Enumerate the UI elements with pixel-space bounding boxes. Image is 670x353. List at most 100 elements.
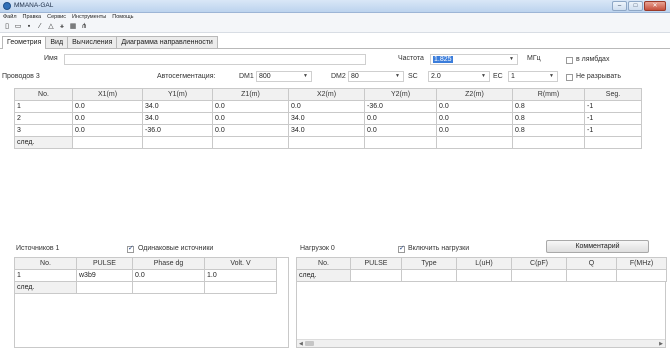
open-folder-icon[interactable]: ▭ [14, 23, 22, 31]
table-cell[interactable]: -1 [584, 100, 642, 113]
table-cell[interactable] [142, 136, 213, 149]
table-cell[interactable]: 0.0 [364, 124, 437, 137]
maximize-button[interactable]: □ [628, 1, 643, 11]
table-cell[interactable]: 1 [14, 269, 77, 282]
column-header[interactable]: Seg. [584, 88, 642, 101]
table-cell[interactable]: 34.0 [142, 100, 213, 113]
table-cell[interactable]: 0.0 [364, 112, 437, 125]
table-cell[interactable]: 0.0 [72, 124, 143, 137]
table-cell[interactable]: 2 [14, 112, 73, 125]
enable-loads-checkbox[interactable] [398, 244, 405, 253]
table-cell[interactable]: -36.0 [364, 100, 437, 113]
table-cell[interactable] [212, 136, 289, 149]
table-cell[interactable]: 1 [14, 100, 73, 113]
column-header[interactable]: X2(m) [288, 88, 365, 101]
table-cell[interactable] [401, 269, 457, 282]
table-cell[interactable] [350, 269, 402, 282]
column-header[interactable]: Y2(m) [364, 88, 437, 101]
menu-service[interactable]: Сервис [47, 13, 66, 22]
table-cell[interactable]: 0.0 [436, 124, 513, 137]
menu-tools[interactable]: Инструменты [72, 13, 106, 22]
table-cell[interactable]: 0.8 [512, 100, 585, 113]
table-cell[interactable]: 0.0 [212, 112, 289, 125]
save-icon[interactable]: ▪ [25, 23, 33, 31]
column-header[interactable]: Phase dg [132, 257, 205, 270]
pencil-icon[interactable]: ⁄ [36, 23, 44, 31]
table-cell[interactable] [204, 281, 277, 294]
table-cell[interactable]: 0.0 [436, 112, 513, 125]
tab-pattern[interactable]: Диаграмма направленности [116, 36, 218, 48]
scroll-left-icon[interactable]: ◀ [299, 340, 303, 348]
lambda-checkbox[interactable] [566, 57, 573, 64]
table-cell[interactable]: -36.0 [142, 124, 213, 137]
new-file-icon[interactable]: ▯ [3, 23, 11, 31]
table-cell[interactable]: 3 [14, 124, 73, 137]
table-cell[interactable]: -1 [584, 112, 642, 125]
column-header[interactable]: X1(m) [72, 88, 143, 101]
table-cell[interactable]: 0.0 [212, 100, 289, 113]
table-cell[interactable]: -1 [584, 124, 642, 137]
minimize-button[interactable]: ‒ [612, 1, 627, 11]
column-header[interactable]: Z1(m) [212, 88, 289, 101]
chart-icon[interactable]: ⋔ [80, 23, 88, 31]
tab-geometry[interactable]: Геометрия [2, 36, 47, 49]
table-cell[interactable] [616, 269, 667, 282]
table-cell[interactable] [72, 136, 143, 149]
table-cell[interactable] [288, 136, 365, 149]
table-cell[interactable] [364, 136, 437, 149]
sc-select[interactable]: 2.0 ▼ [428, 71, 490, 82]
table-cell[interactable] [132, 281, 205, 294]
same-sources-checkbox[interactable] [127, 244, 134, 253]
frequency-select[interactable]: 1.825 ▼ [430, 54, 518, 65]
table-cell[interactable]: след. [14, 281, 77, 294]
column-header[interactable]: Volt. V [204, 257, 277, 270]
column-header[interactable]: PULSE [76, 257, 133, 270]
table-icon[interactable]: ▦ [69, 23, 77, 31]
table-cell[interactable]: 34.0 [142, 112, 213, 125]
table-cell[interactable]: 0.0 [288, 100, 365, 113]
tab-calculations[interactable]: Вычисления [67, 36, 118, 48]
column-header[interactable]: Y1(m) [142, 88, 213, 101]
scroll-thumb[interactable] [305, 341, 314, 346]
table-cell[interactable] [511, 269, 567, 282]
column-header[interactable]: F(MHz) [616, 257, 667, 270]
column-header[interactable]: R(mm) [512, 88, 585, 101]
column-header[interactable]: L(uH) [456, 257, 512, 270]
triangle-icon[interactable]: △ [47, 23, 55, 31]
column-header[interactable]: PULSE [350, 257, 402, 270]
ec-select[interactable]: 1 ▼ [508, 71, 558, 82]
no-break-checkbox[interactable] [566, 74, 573, 81]
tab-view[interactable]: Вид [45, 36, 69, 48]
table-cell[interactable] [76, 281, 133, 294]
column-header[interactable]: C(pF) [511, 257, 567, 270]
column-header[interactable]: No. [14, 257, 77, 270]
table-cell[interactable] [456, 269, 512, 282]
menu-help[interactable]: Помощь [112, 13, 133, 22]
table-cell[interactable]: 0.0 [436, 100, 513, 113]
table-cell[interactable]: 1.0 [204, 269, 277, 282]
table-cell[interactable]: 0.8 [512, 112, 585, 125]
table-cell[interactable]: 0.8 [512, 124, 585, 137]
scroll-right-icon[interactable]: ▶ [659, 340, 663, 348]
table-cell[interactable]: 0.0 [72, 100, 143, 113]
table-cell[interactable] [512, 136, 585, 149]
column-header[interactable]: Type [401, 257, 457, 270]
dm2-select[interactable]: 80 ▼ [348, 71, 404, 82]
table-cell[interactable]: 0.0 [212, 124, 289, 137]
column-header[interactable]: No. [296, 257, 351, 270]
comment-button[interactable]: Комментарий [546, 240, 649, 253]
table-cell[interactable]: 34.0 [288, 124, 365, 137]
table-cell[interactable] [566, 269, 617, 282]
column-header[interactable]: No. [14, 88, 73, 101]
loads-horizontal-scrollbar[interactable]: ◀ ▶ [297, 339, 665, 347]
close-button[interactable]: ✕ [644, 1, 666, 11]
column-header[interactable]: Q [566, 257, 617, 270]
menu-file[interactable]: Файл [3, 13, 17, 22]
table-cell[interactable]: 0.0 [72, 112, 143, 125]
table-cell[interactable]: w3b9 [76, 269, 133, 282]
table-cell[interactable] [584, 136, 642, 149]
table-cell[interactable] [436, 136, 513, 149]
menu-edit[interactable]: Правка [23, 13, 42, 22]
name-input[interactable] [64, 54, 366, 65]
dm1-select[interactable]: 800 ▼ [256, 71, 312, 82]
